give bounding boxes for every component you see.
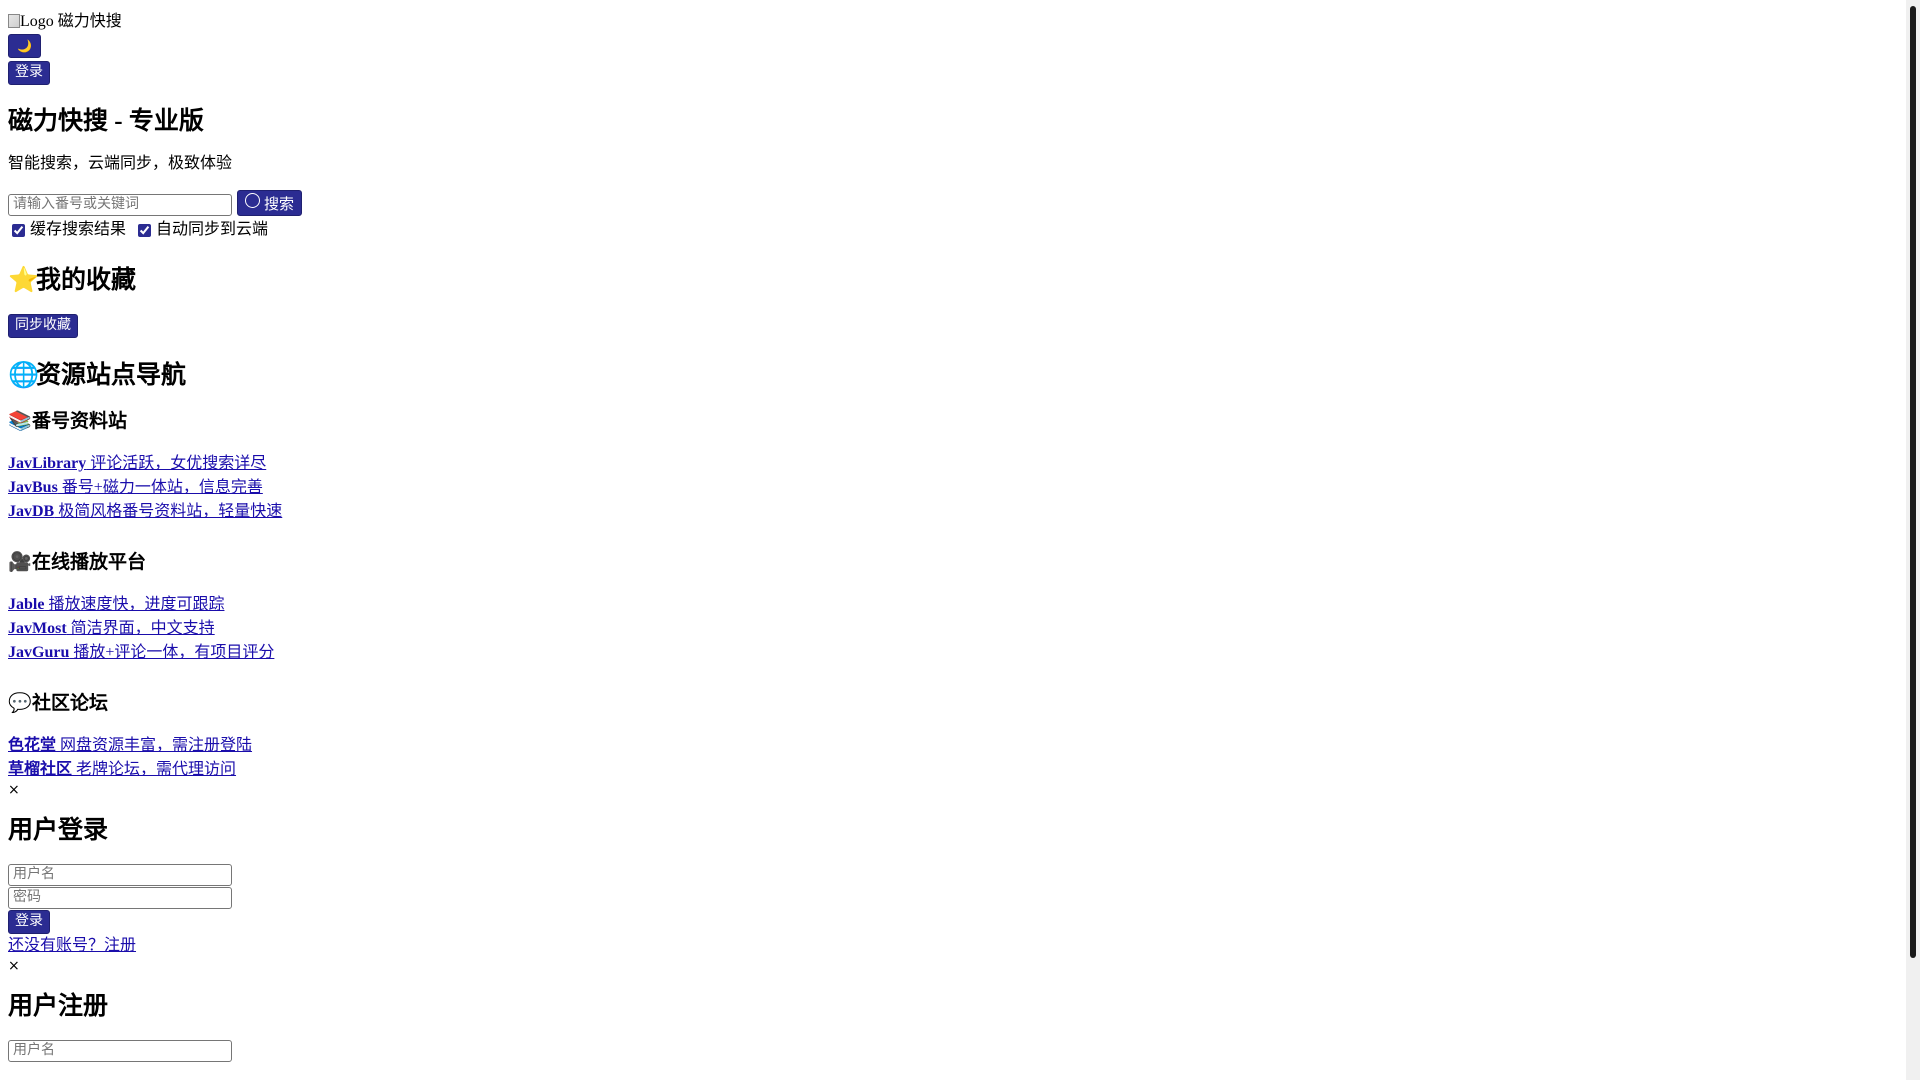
site-link-desc: 番号+磁力一体站，信息完善 xyxy=(57,478,263,496)
register-modal-close-button[interactable]: × xyxy=(8,958,1888,974)
site-logo[interactable]: Logo 磁力快搜 xyxy=(8,12,1888,32)
login-modal-close-button[interactable]: × xyxy=(8,782,1888,798)
site-link-name: Jable xyxy=(8,595,45,613)
site-link-javbus[interactable]: JavBus 番号+磁力一体站，信息完善 xyxy=(8,476,1888,500)
link-list: Jable 播放速度快，进度可跟踪 JavMost 简洁界面，中文支持 JavG… xyxy=(8,593,1888,665)
sync-favorites-button[interactable]: 同步收藏 xyxy=(8,313,78,338)
group-title: 在线播放平台 xyxy=(32,551,147,573)
site-link-name: 色花堂 xyxy=(8,736,57,754)
cache-results-checkbox[interactable] xyxy=(12,223,25,237)
site-link-javmost[interactable]: JavMost 简洁界面，中文支持 xyxy=(8,617,1888,641)
speech-bubble-icon: 💬 xyxy=(8,691,32,714)
login-password-input[interactable] xyxy=(8,886,232,909)
site-link-desc: 评论活跃，女优搜索详尽 xyxy=(86,454,267,472)
site-link-caoliu[interactable]: 草榴社区 老牌论坛，需代理访问 xyxy=(8,758,1888,782)
group-heading-reference: 📚番号资料站 xyxy=(8,409,1888,434)
books-icon: 📚 xyxy=(8,409,32,432)
login-username-input[interactable] xyxy=(8,863,232,886)
site-link-desc: 老牌论坛，需代理访问 xyxy=(72,760,237,778)
theme-toggle-button[interactable]: 🌙 xyxy=(8,34,41,58)
register-modal-title: 用户注册 xyxy=(8,992,109,1020)
group-heading-streaming: 🎥在线播放平台 xyxy=(8,550,1888,575)
video-camera-icon: 🎥 xyxy=(8,550,32,573)
logo-image xyxy=(8,14,20,28)
nav-heading: 🌐资源站点导航 xyxy=(8,360,1888,391)
moon-icon: 🌙 xyxy=(17,39,32,53)
site-link-desc: 简洁界面，中文支持 xyxy=(66,619,215,637)
login-submit-button[interactable]: 登录 xyxy=(8,909,50,934)
site-link-name: JavBus xyxy=(8,478,58,496)
cache-results-label: 缓存搜索结果 xyxy=(30,221,127,238)
group-title: 社区论坛 xyxy=(32,692,109,714)
site-link-desc: 播放+评论一体，有项目评分 xyxy=(69,643,275,661)
register-form xyxy=(8,1039,1888,1062)
search-icon xyxy=(245,193,260,208)
search-options: 缓存搜索结果 自动同步到云端 xyxy=(8,220,1888,243)
site-link-name: JavGuru xyxy=(8,643,70,661)
site-link-desc: 播放速度快，进度可跟踪 xyxy=(44,595,225,613)
page-subtitle: 智能搜索，云端同步，极致体验 xyxy=(8,155,233,172)
site-link-name: JavDB xyxy=(8,502,55,520)
auto-sync-option[interactable]: 自动同步到云端 xyxy=(134,220,268,240)
site-link-name: JavMost xyxy=(8,619,67,637)
link-list: JavLibrary 评论活跃，女优搜索详尽 JavBus 番号+磁力一体站，信… xyxy=(8,452,1888,524)
logo-alt-text: Logo xyxy=(20,13,54,30)
register-link[interactable]: 还没有账号？注册 xyxy=(8,934,1888,958)
auto-sync-checkbox[interactable] xyxy=(138,223,152,237)
star-icon: ⭐ xyxy=(8,264,40,294)
group-title: 番号资料站 xyxy=(32,410,128,432)
login-modal-title: 用户登录 xyxy=(8,816,109,844)
site-link-desc: 网盘资源丰富，需注册登陆 xyxy=(56,736,253,754)
scrollbar-thumb[interactable] xyxy=(1910,6,1916,958)
site-link-javlibrary[interactable]: JavLibrary 评论活跃，女优搜索详尽 xyxy=(8,452,1888,476)
site-link-sehuatang[interactable]: 色花堂 网盘资源丰富，需注册登陆 xyxy=(8,734,1888,758)
cache-results-option[interactable]: 缓存搜索结果 xyxy=(8,220,126,240)
login-form xyxy=(8,863,1888,909)
register-username-input[interactable] xyxy=(8,1039,232,1062)
search-button[interactable]: 搜索 xyxy=(237,190,303,216)
globe-icon: 🌐 xyxy=(8,359,40,389)
favorites-heading: ⭐我的收藏 xyxy=(8,265,1888,296)
site-name: 磁力快搜 xyxy=(57,13,122,30)
group-heading-forums: 💬社区论坛 xyxy=(8,691,1888,716)
nav-title: 资源站点导航 xyxy=(36,361,187,389)
link-list: 色花堂 网盘资源丰富，需注册登陆 草榴社区 老牌论坛，需代理访问 xyxy=(8,734,1888,782)
site-link-name: JavLibrary xyxy=(8,454,87,472)
favorites-title: 我的收藏 xyxy=(36,266,137,294)
site-link-javguru[interactable]: JavGuru 播放+评论一体，有项目评分 xyxy=(8,641,1888,665)
page: Logo 磁力快搜 🌙 登录 磁力快搜 - 专业版 智能搜索，云端同步，极致体验… xyxy=(8,12,1888,1080)
search-button-label: 搜索 xyxy=(264,197,295,213)
site-link-name: 草榴社区 xyxy=(8,760,73,778)
vertical-scrollbar[interactable] xyxy=(1906,0,1920,1080)
site-link-desc: 极简风格番号资料站，轻量快速 xyxy=(54,502,283,520)
site-link-javdb[interactable]: JavDB 极简风格番号资料站，轻量快速 xyxy=(8,500,1888,524)
site-link-jable[interactable]: Jable 播放速度快，进度可跟踪 xyxy=(8,593,1888,617)
auto-sync-label: 自动同步到云端 xyxy=(156,221,269,238)
login-button[interactable]: 登录 xyxy=(8,61,50,85)
page-title: 磁力快搜 - 专业版 xyxy=(8,108,204,135)
search-input[interactable] xyxy=(8,194,232,216)
search-bar: 搜索 xyxy=(8,190,1888,216)
